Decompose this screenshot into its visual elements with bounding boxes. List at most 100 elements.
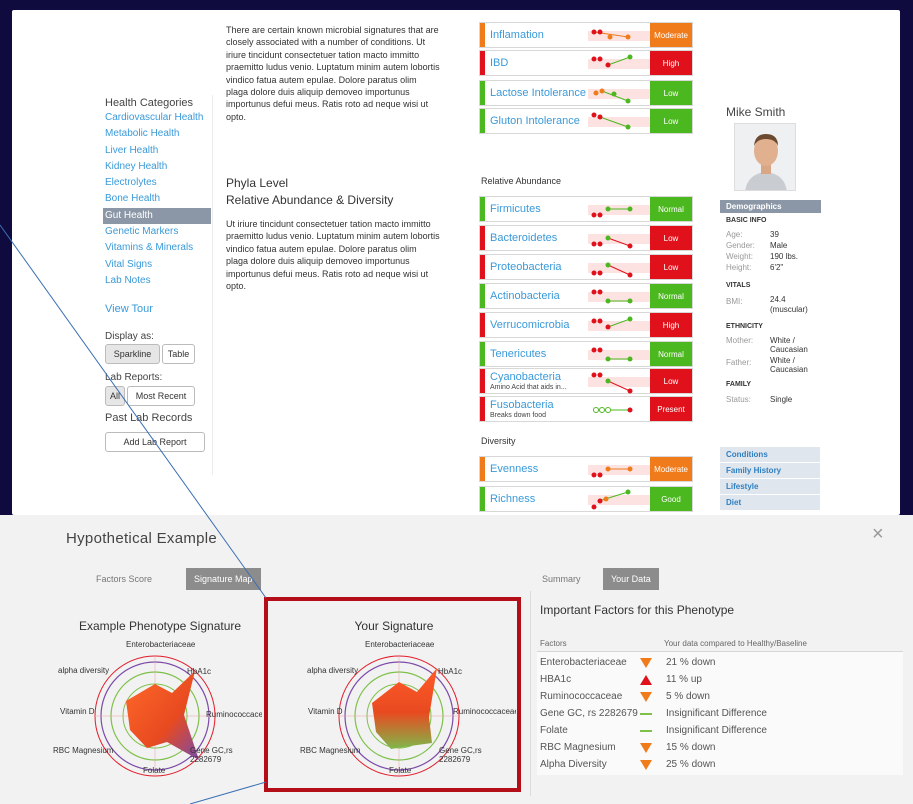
sidebar-item-metabolic[interactable]: Metabolic Health xyxy=(103,126,211,142)
status-bar xyxy=(480,342,485,366)
factor-change: 25 % down xyxy=(666,759,716,770)
status-value: Single xyxy=(770,395,793,404)
phylum-row-tenericutes[interactable]: Tenericutes Normal xyxy=(479,341,693,367)
table-toggle[interactable]: Table xyxy=(162,344,195,364)
sidebar-item-genetic[interactable]: Genetic Markers xyxy=(103,224,211,240)
sparkline-chart xyxy=(588,54,650,69)
most-recent-toggle[interactable]: Most Recent xyxy=(127,386,195,406)
up-triangle-icon xyxy=(640,675,652,685)
status-bar xyxy=(480,369,485,393)
axis-label-vitamin-d: Vitamin D xyxy=(60,707,95,716)
phylum-name[interactable]: Firmicutes xyxy=(490,203,541,215)
diet-link[interactable]: Diet xyxy=(720,495,820,511)
axis-label-gene-gc-id: 2282679 xyxy=(190,755,222,764)
phylum-row-bacteroidetes[interactable]: Bacteroidetes Low xyxy=(479,225,693,251)
phyla-subtitle: Relative Abundance & Diversity xyxy=(226,193,394,207)
your-signature-title: Your Signature xyxy=(354,619,434,633)
family-history-link[interactable]: Family History xyxy=(720,463,820,479)
close-icon[interactable]: × xyxy=(872,523,884,546)
factor-row: HBA1c 11 % up xyxy=(540,672,900,688)
panel-divider xyxy=(530,591,531,796)
sparkline-chart xyxy=(588,489,650,510)
factor-row: Gene GC, rs 2282679 Insignificant Differ… xyxy=(540,706,900,722)
patient-avatar xyxy=(734,123,796,191)
phylum-name[interactable]: Cyanobacteria xyxy=(490,371,561,383)
condition-row-gluton[interactable]: Gluton Intolerance Low xyxy=(479,108,693,134)
sidebar-item-vital-signs[interactable]: Vital Signs xyxy=(103,257,211,273)
status-badge: Low xyxy=(650,226,692,250)
sidebar-item-vitamins[interactable]: Vitamins & Minerals xyxy=(103,240,211,256)
gender-value: Male xyxy=(770,241,788,250)
status-badge: Moderate xyxy=(650,457,692,481)
factors-column-header: Factors xyxy=(540,639,567,648)
lifestyle-link[interactable]: Lifestyle xyxy=(720,479,820,495)
view-tour-link[interactable]: View Tour xyxy=(105,303,153,315)
factor-row: RBC Magnesium 15 % down xyxy=(540,740,900,756)
phylum-name[interactable]: Bacteroidetes xyxy=(490,232,557,244)
phylum-row-actinobacteria[interactable]: Actinobacteria Normal xyxy=(479,283,693,309)
father-value: White / xyxy=(770,356,795,365)
age-value: 39 xyxy=(770,230,779,239)
phylum-name[interactable]: Actinobacteria xyxy=(490,290,560,302)
sidebar-item-kidney[interactable]: Kidney Health xyxy=(103,159,211,175)
axis-label-folate: Folate xyxy=(143,766,166,775)
condition-name[interactable]: Lactose Intolerance xyxy=(490,87,586,99)
example-signature-title: Example Phenotype Signature xyxy=(78,619,242,633)
bmi-value: 24.4 xyxy=(770,295,786,304)
axis-label-alpha-diversity: alpha diversity xyxy=(58,666,110,675)
sidebar-item-electrolytes[interactable]: Electrolytes xyxy=(103,175,211,191)
sidebar-item-gut[interactable]: Gut Health xyxy=(103,207,211,225)
phylum-name[interactable]: Tenericutes xyxy=(490,348,546,360)
add-lab-report-button[interactable]: Add Lab Report xyxy=(105,432,205,452)
phylum-row-fusobacteria[interactable]: Fusobacteria Breaks down food Present xyxy=(479,396,693,422)
diversity-name[interactable]: Richness xyxy=(490,493,535,505)
mother-key: Mother: xyxy=(726,336,754,345)
conditions-link[interactable]: Conditions xyxy=(720,447,820,463)
sidebar-item-lab-notes[interactable]: Lab Notes xyxy=(103,273,211,289)
phylum-row-verrucomicrobia[interactable]: Verrucomicrobia High xyxy=(479,312,693,338)
factor-row: Enterobacteriaceae 21 % down xyxy=(540,655,900,671)
sidebar-item-cardiovascular[interactable]: Cardiovascular Health xyxy=(103,110,211,126)
hypothetical-example-modal: Hypothetical Example × Factors Score Sig… xyxy=(0,515,913,804)
tab-your-data[interactable]: Your Data xyxy=(603,568,659,590)
tab-summary[interactable]: Summary xyxy=(534,568,589,590)
condition-row-lactose[interactable]: Lactose Intolerance Low xyxy=(479,80,693,106)
phylum-name[interactable]: Fusobacteria xyxy=(490,399,554,411)
down-triangle-icon xyxy=(640,658,652,668)
condition-name[interactable]: IBD xyxy=(490,57,508,69)
tab-signature-map[interactable]: Signature Map xyxy=(186,568,261,590)
phyla-title: Phyla Level xyxy=(226,176,289,190)
diversity-row-evenness[interactable]: Evenness Moderate xyxy=(479,456,693,482)
axis-label-enterobacteriaceae: Enterobacteriaceae xyxy=(365,640,435,649)
dash-icon xyxy=(640,713,652,715)
vitals-heading: VITALS xyxy=(726,282,751,289)
sidebar-item-liver[interactable]: Liver Health xyxy=(103,143,211,159)
status-bar xyxy=(480,226,485,250)
condition-row-inflamation[interactable]: Inflamation Moderate xyxy=(479,22,693,48)
demographics-header[interactable]: Demographics xyxy=(720,200,821,213)
condition-row-ibd[interactable]: IBD High xyxy=(479,50,693,76)
axis-label-rbc-magnesium: RBC Magnesium xyxy=(300,746,361,755)
factor-name: Folate xyxy=(540,725,568,736)
phylum-row-firmicutes[interactable]: Firmicutes Normal xyxy=(479,196,693,222)
status-bar xyxy=(480,81,485,105)
phylum-row-proteobacteria[interactable]: Proteobacteria Low xyxy=(479,254,693,280)
status-badge: Normal xyxy=(650,284,692,308)
phylum-row-cyanobacteria[interactable]: Cyanobacteria Amino Acid that aids in...… xyxy=(479,368,693,394)
sidebar-divider xyxy=(212,95,213,475)
phylum-name[interactable]: Proteobacteria xyxy=(490,261,562,273)
condition-name[interactable]: Inflamation xyxy=(490,29,544,41)
axis-label-gene-gc: Gene GC,rs xyxy=(190,746,233,755)
tab-factors-score[interactable]: Factors Score xyxy=(88,568,160,590)
status-bar xyxy=(480,313,485,337)
diversity-row-richness[interactable]: Richness Good xyxy=(479,486,693,512)
axis-label-gene-gc-id: 2282679 xyxy=(439,755,471,764)
sparkline-toggle[interactable]: Sparkline xyxy=(105,344,160,364)
weight-key: Weight: xyxy=(726,252,753,261)
axis-label-hba1c: HbA1c xyxy=(187,667,212,676)
all-reports-toggle[interactable]: All xyxy=(105,386,125,406)
phylum-name[interactable]: Verrucomicrobia xyxy=(490,319,569,331)
diversity-name[interactable]: Evenness xyxy=(490,463,538,475)
sidebar-item-bone[interactable]: Bone Health xyxy=(103,191,211,207)
condition-name[interactable]: Gluton Intolerance xyxy=(490,115,580,127)
